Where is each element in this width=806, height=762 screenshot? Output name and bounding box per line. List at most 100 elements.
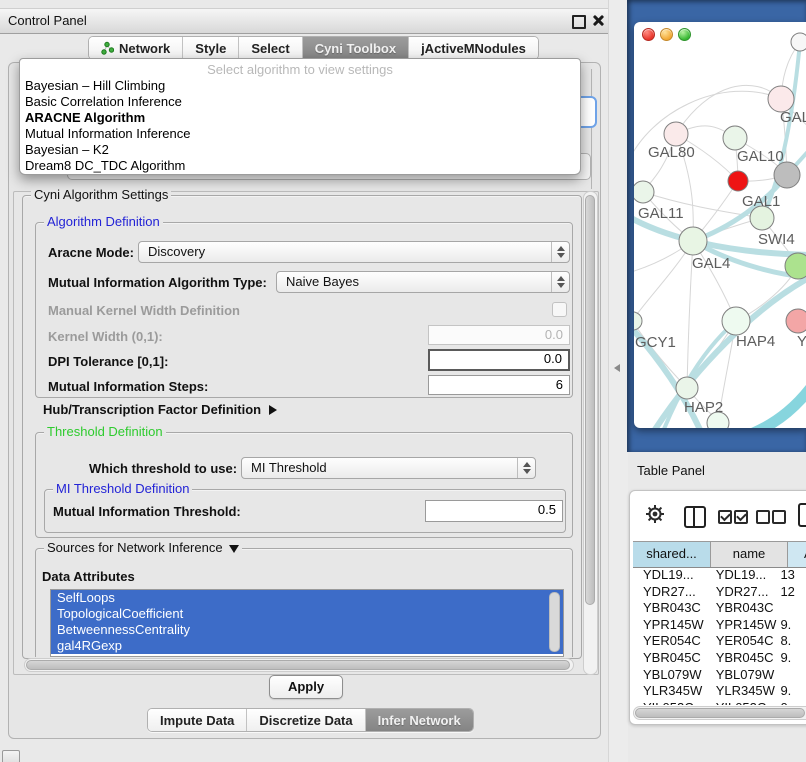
attribute-item-gal4rgexp[interactable]: gal4RGexp [51, 638, 563, 654]
window-zoom-icon[interactable] [678, 28, 691, 41]
network-canvas[interactable]: GALGAL80GAL10GAL1GAL11SWI4GAL4GCY1HAP4YH… [634, 22, 806, 428]
tab-jactivemnodules[interactable]: jActiveMNodules [409, 37, 538, 59]
sources-group: Sources for Network Inference Data Attri… [35, 548, 573, 657]
aracne-mode-value: Discovery [148, 244, 205, 259]
settings-horizontal-scrollbar-thumb[interactable] [26, 660, 570, 670]
select-all-checkbox-icon2[interactable] [734, 510, 748, 524]
tab-network[interactable]: Network [89, 37, 183, 59]
columns-icon[interactable] [684, 506, 706, 528]
collapsed-panel-button[interactable] [2, 750, 20, 762]
hub-section-toggle[interactable]: Hub/Transcription Factor Definition [43, 402, 277, 417]
manual-kernel-checkbox[interactable] [552, 302, 567, 317]
which-threshold-value: MI Threshold [251, 460, 327, 475]
panel-divider[interactable] [608, 0, 628, 762]
tab-infer-network[interactable]: Infer Network [366, 709, 473, 731]
which-threshold-combo[interactable]: MI Threshold [241, 457, 536, 479]
manual-kernel-label: Manual Kernel Width Definition [48, 303, 240, 318]
table-row[interactable]: YBL079WYBL079W [633, 667, 806, 684]
network-node[interactable] [785, 253, 806, 279]
kernel-width-field[interactable]: 0.0 [428, 325, 570, 345]
network-node-hap4[interactable] [722, 307, 750, 335]
algorithm-definition-group: Algorithm Definition Aracne Mode: Discov… [35, 222, 573, 398]
attribute-item-selfloops[interactable]: SelfLoops [51, 590, 563, 606]
dpi-tolerance-label: DPI Tolerance [0,1]: [48, 354, 168, 369]
which-threshold-label: Which threshold to use: [89, 461, 237, 476]
network-node-label: HAP2 [684, 399, 723, 416]
aracne-mode-label: Aracne Mode: [48, 245, 134, 260]
close-icon[interactable] [591, 14, 604, 27]
tab-style[interactable]: Style [183, 37, 239, 59]
network-node-gal1[interactable] [728, 171, 748, 191]
tab-label: Select [251, 41, 289, 56]
network-node-gal4[interactable] [679, 227, 707, 255]
apply-button[interactable]: Apply [269, 675, 343, 699]
network-node-gal10[interactable] [723, 126, 747, 150]
network-node-gcy1[interactable] [634, 312, 642, 330]
network-node[interactable] [791, 33, 806, 51]
float-window-icon[interactable] [572, 15, 586, 29]
table-cell: YBR045C [633, 650, 706, 667]
table-mode-icon[interactable] [798, 503, 806, 527]
tab-label: jActiveMNodules [421, 41, 526, 56]
settings-horizontal-scrollbar[interactable] [24, 658, 574, 672]
attribute-item-topologicalcoefficient[interactable]: TopologicalCoefficient [51, 606, 563, 622]
tab-impute-data[interactable]: Impute Data [148, 709, 247, 731]
window-close-icon[interactable] [642, 28, 655, 41]
table-horizontal-scrollbar-thumb[interactable] [635, 708, 805, 718]
network-window[interactable]: GALGAL80GAL10GAL1GAL11SWI4GAL4GCY1HAP4YH… [634, 22, 806, 428]
network-node-label: GAL1 [742, 193, 780, 210]
mi-type-combo[interactable]: Naive Bayes [276, 271, 570, 293]
algorithm-option-aracne-algorithm[interactable]: ARACNE Algorithm [20, 110, 580, 126]
collapse-left-icon[interactable] [614, 364, 620, 372]
table-horizontal-scrollbar[interactable] [633, 706, 806, 720]
algorithm-option-bayesian-hill-climbing[interactable]: Bayesian – Hill Climbing [20, 78, 580, 94]
table-cell [777, 667, 806, 684]
algorithm-option-dream8-dc-tdc-algorithm[interactable]: Dream8 DC_TDC Algorithm [20, 158, 580, 174]
tab-label: Infer Network [378, 713, 461, 728]
table-row[interactable]: YPR145WYPR145W9. [633, 617, 806, 634]
aracne-mode-combo[interactable]: Discovery [138, 241, 570, 263]
mi-threshold-field[interactable]: 0.5 [425, 500, 563, 522]
network-node-label: SWI4 [758, 231, 795, 248]
network-node-hap2[interactable] [676, 377, 698, 399]
table-row[interactable]: YDR27...YDR27...12 [633, 584, 806, 601]
algorithm-option-bayesian-k2[interactable]: Bayesian – K2 [20, 142, 580, 158]
table-cell: 0. [777, 700, 806, 705]
settings-vertical-scrollbar-thumb[interactable] [585, 195, 595, 605]
gear-icon[interactable] [644, 503, 666, 525]
groupbox-border-fragment [591, 69, 592, 189]
algorithm-option-basic-correlation-inference[interactable]: Basic Correlation Inference [20, 94, 580, 110]
deselect-checkbox-icon2[interactable] [772, 510, 786, 524]
table-row[interactable]: YBR043CYBR043C [633, 600, 806, 617]
table-row[interactable]: YBR045CYBR045C9. [633, 650, 806, 667]
deselect-checkbox-icon[interactable] [756, 510, 770, 524]
table-cell: YIL052C [706, 700, 778, 705]
column-header-a[interactable]: A [788, 542, 806, 567]
tab-cyni-toolbox[interactable]: Cyni Toolbox [303, 37, 409, 59]
table-row[interactable]: YLR345WYLR345W9. [633, 683, 806, 700]
network-node-gal11[interactable] [634, 181, 654, 203]
window-minimize-icon[interactable] [660, 28, 673, 41]
network-node-label: GCY1 [635, 334, 676, 351]
attr-list-scrollbar-thumb[interactable] [549, 592, 560, 652]
column-header-shared[interactable]: shared... [633, 542, 711, 567]
network-node-gal80[interactable] [664, 122, 688, 146]
table-row[interactable]: YIL052CYIL052C0. [633, 700, 806, 705]
sources-title-toggle[interactable]: Sources for Network Inference [44, 541, 242, 555]
network-node[interactable] [774, 162, 800, 188]
mi-steps-field[interactable]: 6 [428, 375, 570, 395]
table-row[interactable]: YDL19...YDL19...13 [633, 567, 806, 584]
algorithm-option-mutual-information-inference[interactable]: Mutual Information Inference [20, 126, 580, 142]
mi-type-label: Mutual Information Algorithm Type: [48, 275, 267, 290]
column-header-name[interactable]: name [711, 542, 788, 567]
tab-discretize-data[interactable]: Discretize Data [247, 709, 365, 731]
attribute-item-betweennesscentrality[interactable]: BetweennessCentrality [51, 622, 563, 638]
table-row[interactable]: YER054CYER054C8. [633, 633, 806, 650]
tab-label: Cyni Toolbox [315, 41, 396, 56]
settings-vertical-scrollbar[interactable] [583, 191, 598, 675]
table-cell: 9. [777, 683, 806, 700]
dpi-tolerance-field[interactable]: 0.0 [428, 349, 570, 371]
select-all-checkbox-icon[interactable] [718, 510, 732, 524]
network-node-y[interactable] [786, 309, 806, 333]
tab-select[interactable]: Select [239, 37, 302, 59]
